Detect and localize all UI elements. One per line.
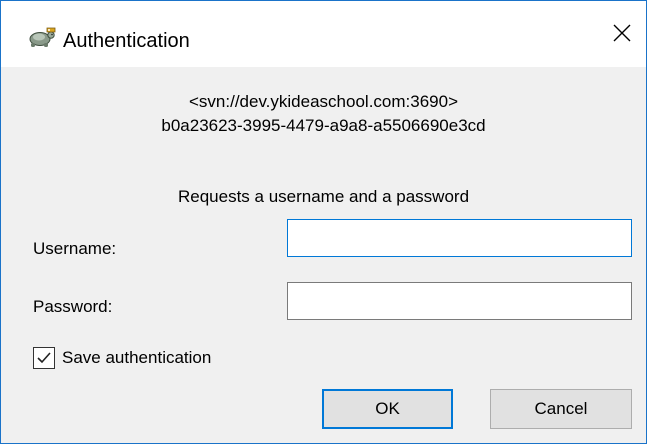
username-input[interactable] [287, 219, 632, 257]
auth-prompt: Requests a username and a password [177, 187, 470, 206]
close-icon [613, 24, 631, 47]
password-input[interactable] [287, 282, 632, 320]
repository-uuid: b0a23623-3995-4479-a9a8-a5506690e3cd [161, 116, 486, 135]
save-authentication-checkbox[interactable] [33, 347, 55, 369]
username-label: Username: [33, 239, 117, 258]
server-url: <svn://dev.ykideaschool.com:3690> [188, 92, 458, 111]
dialog-title: Authentication [63, 30, 190, 52]
save-authentication-label: Save authentication [62, 348, 212, 367]
close-button[interactable] [598, 15, 646, 55]
cancel-button[interactable]: Cancel [490, 389, 632, 429]
dialog-body: <svn://dev.ykideaschool.com:3690> b0a236… [1, 67, 646, 443]
tortoisesvn-icon [25, 25, 57, 49]
title-bar[interactable]: Authentication [1, 1, 646, 67]
save-authentication-row[interactable]: Save authentication [33, 346, 211, 370]
authentication-dialog: Authentication <svn://dev.ykideaschool.c… [0, 0, 647, 444]
checkmark-icon [37, 352, 51, 364]
ok-button[interactable]: OK [322, 389, 453, 429]
password-label: Password: [33, 297, 113, 316]
